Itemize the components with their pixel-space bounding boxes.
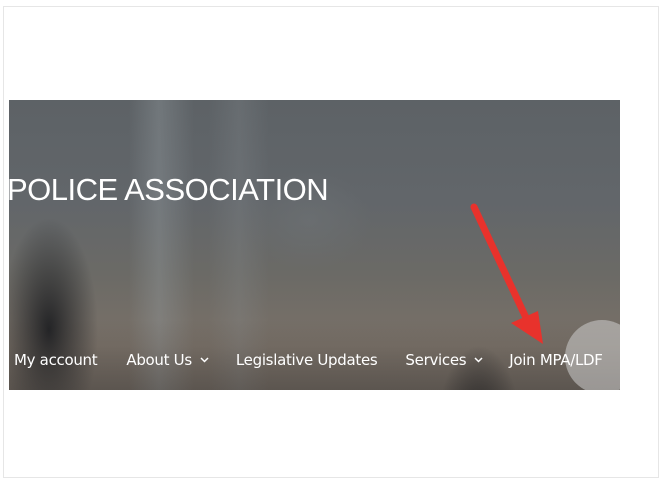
nav-item-label: Services xyxy=(405,351,467,369)
chevron-down-icon xyxy=(474,356,483,366)
nav-item-about-us[interactable]: About Us xyxy=(126,351,209,369)
nav-item-label: My account xyxy=(14,351,98,369)
nav-item-label: Legislative Updates xyxy=(235,351,378,369)
chevron-down-icon xyxy=(200,356,209,366)
nav-item-join-mpa-ldf[interactable]: Join MPA/LDF xyxy=(509,351,603,369)
nav-item-label: Join MPA/LDF xyxy=(509,351,603,369)
nav-item-label: About Us xyxy=(126,351,192,369)
site-title: POLICE ASSOCIATION xyxy=(9,172,329,207)
main-nav: My account About Us Legislative Updates … xyxy=(14,346,603,374)
nav-item-services[interactable]: Services xyxy=(405,351,483,369)
hero-banner: POLICE ASSOCIATION My account About Us L… xyxy=(9,100,620,390)
nav-item-legislative-updates[interactable]: Legislative Updates xyxy=(236,351,378,369)
nav-item-my-account[interactable]: My account xyxy=(14,351,98,369)
